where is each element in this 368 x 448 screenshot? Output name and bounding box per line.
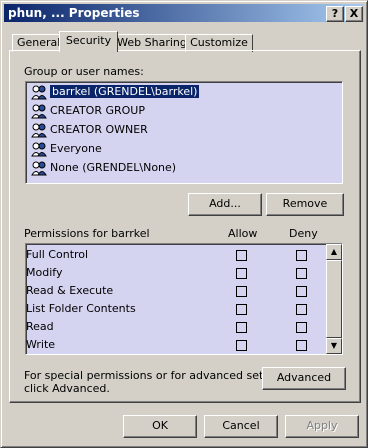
users-group-icon — [31, 142, 47, 157]
advanced-note-line1: For special permissions or for advanced … — [24, 369, 294, 382]
scroll-down-arrow-icon[interactable]: ▼ — [326, 338, 342, 354]
deny-checkbox[interactable] — [296, 304, 307, 315]
permission-name: Read — [26, 320, 54, 333]
window-title: phun, ... Properties — [8, 6, 140, 20]
deny-checkbox[interactable] — [296, 322, 307, 333]
user-item[interactable]: Everyone — [31, 139, 102, 158]
permission-name: Full Control — [26, 248, 89, 261]
permissions-list[interactable]: Full Control Modify Read & Execute List … — [25, 243, 343, 355]
security-tab-panel: Group or user names: barrkel (GRENDEL\ba… — [9, 50, 361, 403]
cancel-button[interactable]: Cancel — [204, 415, 278, 438]
deny-checkbox[interactable] — [296, 268, 307, 279]
advanced-note-line2: click Advanced. — [24, 382, 110, 395]
allow-checkbox[interactable] — [236, 250, 247, 261]
allow-checkbox[interactable] — [236, 304, 247, 315]
user-name: barrkel (GRENDEL\barrkel) — [50, 85, 200, 98]
user-name: None (GRENDEL\None) — [50, 161, 177, 174]
deny-column-header: Deny — [289, 227, 318, 240]
add-button[interactable]: Add... — [188, 193, 262, 216]
permission-row: Modify — [26, 264, 341, 282]
deny-checkbox[interactable] — [296, 250, 307, 261]
permission-name: Modify — [26, 266, 63, 279]
permission-row: Full Control — [26, 246, 341, 264]
apply-button[interactable]: Apply — [285, 415, 359, 438]
allow-checkbox[interactable] — [236, 268, 247, 279]
users-group-icon — [31, 161, 47, 176]
close-button[interactable]: X — [345, 6, 363, 22]
permission-name: Write — [26, 338, 56, 351]
user-item[interactable]: barrkel (GRENDEL\barrkel) — [31, 82, 200, 101]
user-name: CREATOR GROUP — [50, 104, 145, 117]
users-group-icon — [31, 85, 47, 100]
group-user-list[interactable]: barrkel (GRENDEL\barrkel) CREATOR GROUP … — [25, 81, 343, 184]
tab-security[interactable]: Security — [59, 31, 118, 52]
help-button[interactable]: ? — [326, 6, 344, 22]
deny-checkbox[interactable] — [296, 286, 307, 297]
allow-checkbox[interactable] — [236, 340, 247, 351]
permission-row: List Folder Contents — [26, 300, 341, 318]
advanced-button[interactable]: Advanced — [262, 367, 346, 390]
user-item[interactable]: None (GRENDEL\None) — [31, 158, 176, 177]
permission-row: Read — [26, 318, 341, 336]
remove-button[interactable]: Remove — [266, 193, 344, 216]
user-item[interactable]: CREATOR GROUP — [31, 101, 145, 120]
permissions-for-label: Permissions for barrkel — [24, 227, 150, 240]
deny-checkbox[interactable] — [296, 340, 307, 351]
permission-name: List Folder Contents — [26, 302, 136, 315]
user-item[interactable]: CREATOR OWNER — [31, 120, 148, 139]
allow-checkbox[interactable] — [236, 322, 247, 333]
ok-button[interactable]: OK — [123, 415, 197, 438]
group-or-user-names-label: Group or user names: — [24, 65, 144, 78]
user-name: Everyone — [50, 142, 102, 155]
permission-name: Read & Execute — [26, 284, 114, 297]
permission-row: Read & Execute — [26, 282, 341, 300]
permission-row: Write — [26, 336, 341, 354]
allow-checkbox[interactable] — [236, 286, 247, 297]
user-name: CREATOR OWNER — [50, 123, 148, 136]
scroll-up-arrow-icon[interactable]: ▲ — [326, 244, 342, 260]
permissions-scrollbar[interactable]: ▲ ▼ — [326, 244, 342, 354]
scroll-thumb[interactable] — [326, 260, 342, 338]
title-bar[interactable]: phun, ... Properties ? X — [4, 4, 364, 22]
users-group-icon — [31, 104, 47, 119]
allow-column-header: Allow — [228, 227, 258, 240]
users-group-icon — [31, 123, 47, 138]
properties-window: phun, ... Properties ? X General Securit… — [0, 0, 368, 448]
